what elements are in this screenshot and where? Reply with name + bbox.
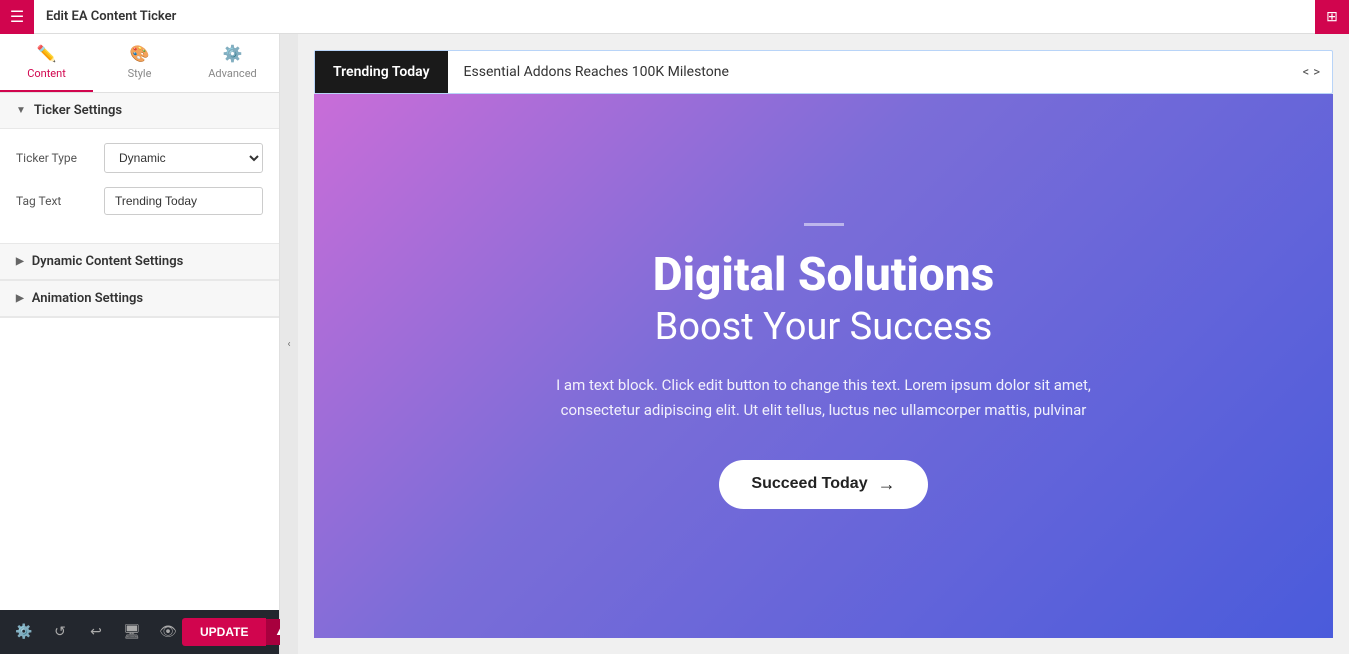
ticker-nav: < > bbox=[1303, 65, 1332, 80]
hero-button-arrow-icon: → bbox=[878, 474, 896, 495]
tab-content-label: Content bbox=[27, 67, 66, 80]
ticker-prev-icon[interactable]: < bbox=[1303, 65, 1310, 80]
grid-icon: ⊞ bbox=[1326, 9, 1338, 25]
style-icon: 🎨 bbox=[130, 44, 150, 63]
hero-cta-button[interactable]: Succeed Today → bbox=[719, 460, 927, 509]
animation-settings-header[interactable]: ▶ Animation Settings bbox=[0, 281, 279, 317]
ticker-content: Essential Addons Reaches 100K Milestone bbox=[448, 64, 1303, 80]
ticker-type-row: Ticker Type Static Dynamic bbox=[16, 143, 263, 173]
hero-body-text: I am text block. Click edit button to ch… bbox=[524, 373, 1124, 424]
hero-subtitle: Boost Your Success bbox=[655, 305, 993, 349]
chevron-down-icon: ▼ bbox=[16, 105, 26, 116]
animation-settings-section: ▶ Animation Settings bbox=[0, 281, 279, 318]
ticker-settings-body: Ticker Type Static Dynamic Tag Text bbox=[0, 129, 279, 243]
ticker-settings-header[interactable]: ▼ Ticker Settings bbox=[0, 93, 279, 129]
menu-button[interactable]: ☰ bbox=[0, 0, 34, 34]
ticker-settings-section: ▼ Ticker Settings Ticker Type Static Dyn… bbox=[0, 93, 279, 244]
tab-style[interactable]: 🎨 Style bbox=[93, 34, 186, 92]
collapse-icon: ‹ bbox=[287, 339, 290, 350]
sidebar-tabs: ✏️ Content 🎨 Style ⚙️ Advanced bbox=[0, 34, 279, 93]
page-title: Edit EA Content Ticker bbox=[34, 9, 1315, 24]
ticker-type-control: Static Dynamic bbox=[104, 143, 263, 173]
undo-icon[interactable]: ↩ bbox=[82, 618, 110, 646]
bottom-icons: ⚙️ ↺ ↩ 🖥 👁 bbox=[10, 618, 182, 646]
preview-icon[interactable]: 👁 bbox=[154, 618, 182, 646]
tab-style-label: Style bbox=[128, 67, 152, 80]
menu-icon: ☰ bbox=[10, 7, 24, 26]
top-bar: ☰ Edit EA Content Ticker ⊞ bbox=[0, 0, 1349, 34]
dynamic-content-section: ▶ Dynamic Content Settings bbox=[0, 244, 279, 281]
main-layout: ✏️ Content 🎨 Style ⚙️ Advanced ▼ Ticker … bbox=[0, 34, 1349, 654]
chevron-right-icon2: ▶ bbox=[16, 293, 24, 304]
dynamic-content-header[interactable]: ▶ Dynamic Content Settings bbox=[0, 244, 279, 280]
sidebar: ✏️ Content 🎨 Style ⚙️ Advanced ▼ Ticker … bbox=[0, 34, 280, 654]
hero-button-label: Succeed Today bbox=[751, 475, 867, 493]
animation-settings-label: Animation Settings bbox=[32, 291, 143, 306]
tag-text-row: Tag Text bbox=[16, 187, 263, 215]
tab-advanced[interactable]: ⚙️ Advanced bbox=[186, 34, 279, 92]
dynamic-content-label: Dynamic Content Settings bbox=[32, 254, 184, 269]
sidebar-content: ▼ Ticker Settings Ticker Type Static Dyn… bbox=[0, 93, 279, 610]
content-icon: ✏️ bbox=[37, 44, 57, 63]
update-button-wrap: UPDATE ▲ bbox=[182, 618, 293, 646]
ticker-tag: Trending Today bbox=[315, 51, 448, 93]
tab-content[interactable]: ✏️ Content bbox=[0, 34, 93, 92]
hero-title: Digital Solutions bbox=[653, 250, 994, 301]
ticker-next-icon[interactable]: > bbox=[1313, 65, 1320, 80]
tag-text-label: Tag Text bbox=[16, 194, 96, 208]
hero-section: Digital Solutions Boost Your Success I a… bbox=[314, 94, 1333, 638]
tab-advanced-label: Advanced bbox=[208, 67, 256, 80]
ticker-bar: Trending Today Essential Addons Reaches … bbox=[314, 50, 1333, 94]
ticker-type-select[interactable]: Static Dynamic bbox=[104, 143, 263, 173]
tag-text-input[interactable] bbox=[104, 187, 263, 215]
desktop-icon[interactable]: 🖥 bbox=[118, 618, 146, 646]
ticker-settings-label: Ticker Settings bbox=[34, 103, 122, 118]
update-button[interactable]: UPDATE bbox=[182, 618, 266, 646]
grid-button[interactable]: ⊞ bbox=[1315, 0, 1349, 34]
preview-area: Trending Today Essential Addons Reaches … bbox=[298, 34, 1349, 654]
responsive-icon[interactable]: ↺ bbox=[46, 618, 74, 646]
tag-text-control bbox=[104, 187, 263, 215]
ticker-type-label: Ticker Type bbox=[16, 151, 96, 165]
sidebar-bottom: ⚙️ ↺ ↩ 🖥 👁 UPDATE ▲ bbox=[0, 610, 279, 654]
collapse-handle[interactable]: ‹ bbox=[280, 34, 298, 654]
chevron-right-icon: ▶ bbox=[16, 256, 24, 267]
advanced-icon: ⚙️ bbox=[223, 44, 243, 63]
hero-divider bbox=[804, 223, 844, 226]
settings-icon[interactable]: ⚙️ bbox=[10, 618, 38, 646]
